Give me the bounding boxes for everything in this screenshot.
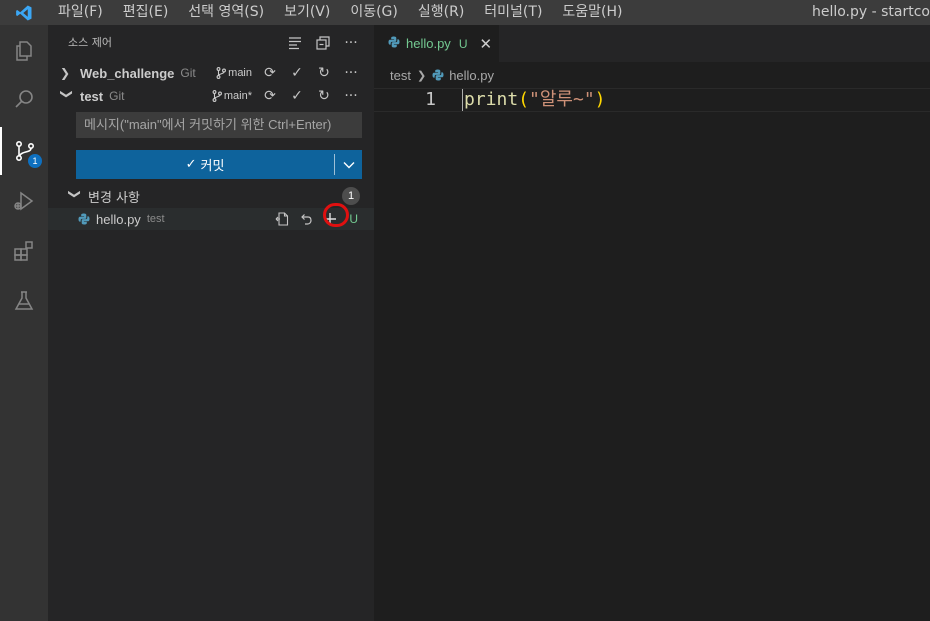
sync-icon[interactable]: ⟳ — [261, 64, 279, 82]
code-string: "알루~" — [529, 89, 595, 110]
source-control-badge: 1 — [28, 154, 42, 168]
editor-tabs: hello.py U ✕ — [374, 25, 930, 62]
tab-hello-py[interactable]: hello.py U ✕ — [374, 25, 499, 62]
code-function: print — [464, 89, 519, 110]
menu-run[interactable]: 실행(R) — [408, 0, 474, 25]
changes-count-badge: 1 — [342, 187, 360, 205]
sidebar-title: 소스 제어 — [68, 36, 112, 49]
branch-icon — [212, 90, 222, 102]
branch-name: main* — [223, 90, 252, 102]
vscode-logo-icon — [0, 0, 48, 25]
code-paren-open: ( — [518, 89, 530, 110]
tab-status: U — [458, 36, 468, 51]
close-icon[interactable]: ✕ — [479, 35, 492, 53]
branch-indicator[interactable]: main — [216, 67, 252, 79]
run-debug-icon[interactable] — [0, 177, 48, 225]
refresh-icon[interactable]: ↻ — [315, 64, 333, 82]
breadcrumb-folder[interactable]: test — [390, 68, 411, 83]
line-number: 1 — [425, 89, 436, 110]
commit-check-icon[interactable]: ✓ — [288, 64, 306, 82]
commit-main[interactable]: ✓ 커밋 — [76, 150, 334, 179]
text-cursor — [462, 89, 463, 111]
menu-bar: 파일(F) 편집(E) 선택 영역(S) 보기(V) 이동(G) 실행(R) 터… — [48, 0, 633, 25]
sync-icon[interactable]: ⟳ — [261, 87, 279, 105]
repo-row-test[interactable]: ❯ test Git main* ⟳ ✓ ↻ ··· — [48, 85, 374, 107]
window-title: hello.py - startco — [811, 4, 930, 20]
commit-label: 커밋 — [200, 159, 225, 174]
menu-view[interactable]: 보기(V) — [274, 0, 340, 25]
highlight-circle — [323, 203, 349, 227]
menu-terminal[interactable]: 터미널(T) — [474, 0, 552, 25]
commit-button[interactable]: ✓ 커밋 — [76, 150, 362, 179]
repo-name: test — [80, 88, 104, 104]
code-paren-close: ) — [594, 89, 606, 110]
more-actions-icon[interactable]: ··· — [342, 34, 360, 52]
menu-selection[interactable]: 선택 영역(S) — [178, 0, 274, 25]
breadcrumb: test ❯ hello.py — [390, 64, 494, 86]
python-file-icon — [432, 69, 444, 81]
search-icon[interactable] — [0, 75, 48, 123]
repo-actions: main* ⟳ ✓ ↻ ··· — [212, 85, 360, 107]
repo-row-web-challenge[interactable]: ❯ Web_challenge Git main ⟳ ✓ ↻ ··· — [48, 62, 374, 84]
open-file-icon[interactable] — [273, 210, 291, 228]
file-directory: test — [146, 213, 165, 225]
menu-go[interactable]: 이동(G) — [340, 0, 408, 25]
menu-edit[interactable]: 편집(E) — [113, 0, 179, 25]
repo-name: Web_challenge — [80, 65, 175, 81]
view-as-list-icon[interactable] — [286, 34, 304, 52]
activity-bar: 1 — [0, 25, 48, 621]
refresh-icon[interactable]: ↻ — [315, 87, 333, 105]
repo-more-icon[interactable]: ··· — [342, 87, 360, 105]
repo-provider: Git — [180, 66, 196, 80]
branch-icon — [216, 67, 227, 79]
changes-header[interactable]: ❯ 변경 사항 1 — [48, 185, 374, 207]
breadcrumb-file[interactable]: hello.py — [449, 68, 494, 83]
untracked-status: U — [349, 212, 358, 226]
tab-label: hello.py — [406, 36, 451, 51]
title-bar: 파일(F) 편집(E) 선택 영역(S) 보기(V) 이동(G) 실행(R) 터… — [0, 0, 930, 25]
commit-separator — [334, 154, 335, 175]
repo-provider: Git — [109, 89, 125, 103]
testing-icon[interactable] — [0, 277, 48, 325]
editor-area: hello.py U ✕ test ❯ hello.py 1 print("알루… — [374, 25, 930, 621]
branch-indicator[interactable]: main* — [212, 90, 252, 102]
source-control-sidebar: 소스 제어 ··· ❯ Web_challenge Git main ⟳ ✓ ↻… — [48, 25, 374, 621]
commit-message-input[interactable]: 메시지("main"에서 커밋하기 위한 Ctrl+Enter) — [76, 112, 362, 138]
commit-check-icon[interactable]: ✓ — [288, 87, 306, 105]
current-line-highlight — [374, 88, 930, 112]
chevron-right-icon: ❯ — [416, 69, 427, 82]
checkmark-icon: ✓ — [185, 157, 197, 172]
sidebar-actions: ··· — [286, 25, 360, 61]
python-file-icon — [388, 36, 400, 52]
menu-file[interactable]: 파일(F) — [48, 0, 113, 25]
repo-more-icon[interactable]: ··· — [342, 64, 360, 82]
explorer-icon[interactable] — [0, 27, 48, 75]
file-name: hello.py — [96, 211, 141, 227]
changes-label: 변경 사항 — [88, 190, 140, 206]
extensions-icon[interactable] — [0, 227, 48, 275]
chevron-down-icon: ❯ — [68, 189, 82, 200]
repo-actions: main ⟳ ✓ ↻ ··· — [216, 62, 360, 84]
branch-name: main — [228, 67, 252, 79]
python-file-icon — [78, 212, 92, 226]
source-control-icon[interactable]: 1 — [0, 127, 48, 175]
commit-dropdown-chevron-icon[interactable] — [335, 150, 362, 179]
chevron-right-icon: ❯ — [60, 66, 71, 80]
code-line[interactable]: print("알루~") — [464, 88, 606, 112]
changed-file-row[interactable]: hello.py test U — [48, 203, 374, 230]
discard-changes-icon[interactable] — [297, 210, 315, 228]
collapse-all-icon[interactable] — [314, 34, 332, 52]
menu-help[interactable]: 도움말(H) — [552, 0, 632, 25]
chevron-down-icon: ❯ — [60, 89, 74, 100]
